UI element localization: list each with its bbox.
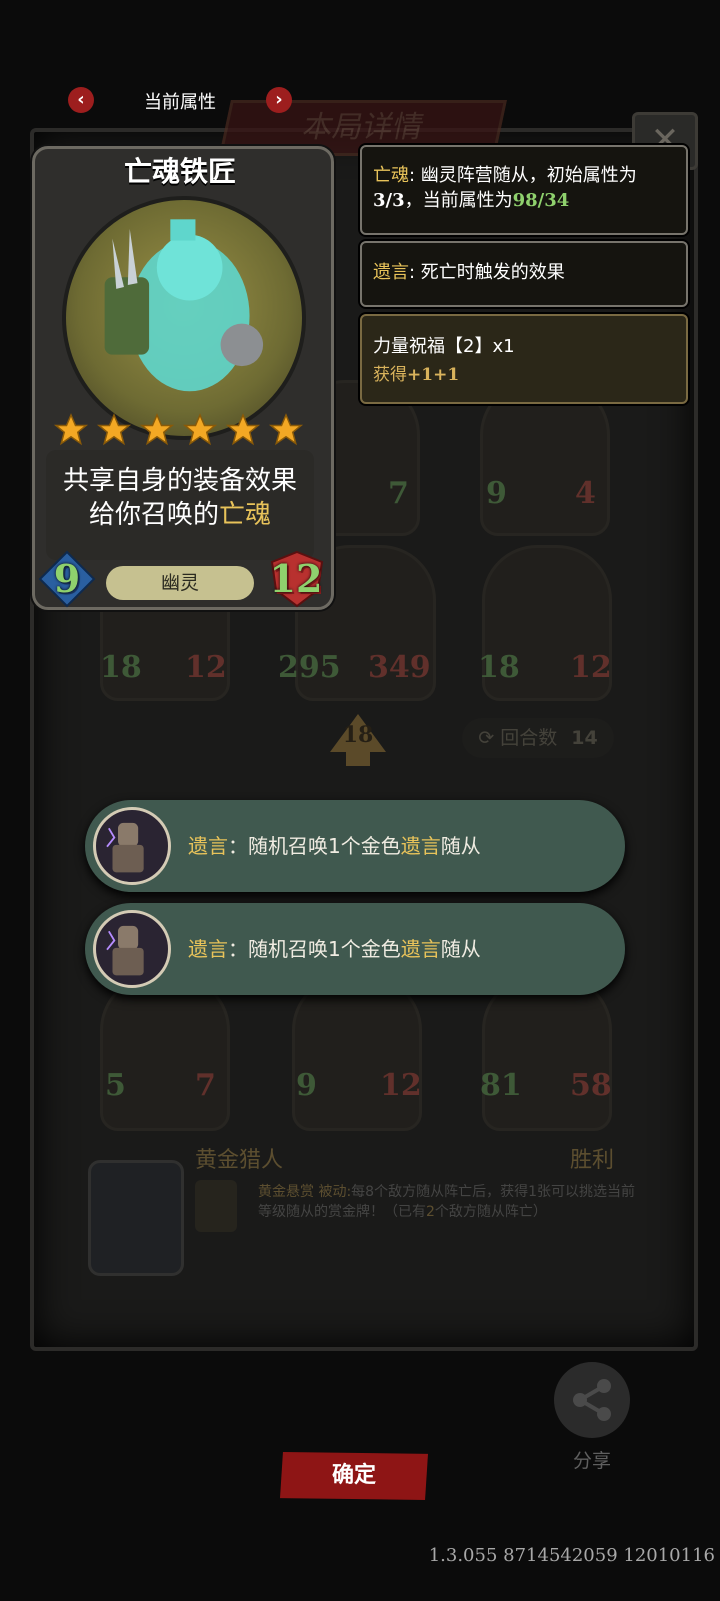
card-ability-text: 共享自身的装备效果给你召唤的亡魂 xyxy=(62,466,297,530)
minion-attack: 81 xyxy=(480,1068,522,1103)
star-icon xyxy=(182,413,218,446)
minion-card xyxy=(482,975,612,1131)
minion-attack: 9 xyxy=(486,476,507,511)
knight-portrait-icon xyxy=(93,910,171,988)
round-value: 14 xyxy=(571,727,598,749)
upgrade-level: 18 xyxy=(342,722,374,748)
card-health: 12 xyxy=(269,556,323,601)
star-rating xyxy=(52,412,312,448)
minion-card xyxy=(292,975,422,1131)
prev-arrow-button[interactable]: ‹ xyxy=(68,87,94,113)
knight-portrait-icon xyxy=(93,807,171,885)
round-counter: ⟳ 回合数 14 xyxy=(462,718,614,758)
star-icon xyxy=(225,413,261,446)
hero-name: 黄金猎人 xyxy=(195,1148,284,1173)
buff-panel xyxy=(360,314,688,404)
toast-text: 遗言：随机召唤1个金色遗言随从 xyxy=(188,834,481,858)
toast-text: 遗言：随机召唤1个金色遗言随从 xyxy=(188,937,481,961)
star-icon xyxy=(139,413,175,446)
refresh-icon: ⟳ xyxy=(478,727,501,749)
nav-title: 当前属性 xyxy=(144,92,216,113)
card-name: 亡魂铁匠 xyxy=(123,155,236,188)
star-icon xyxy=(53,413,89,446)
next-arrow-button[interactable]: › xyxy=(266,87,292,113)
share-button[interactable] xyxy=(554,1362,630,1438)
card-attack: 9 xyxy=(53,556,81,601)
minion-attack: 18 xyxy=(478,650,520,685)
minion-attack: 295 xyxy=(278,650,341,685)
minion-attack: 7 xyxy=(388,476,409,511)
ghost-blacksmith-art xyxy=(104,219,264,392)
minion-attack: 5 xyxy=(105,1068,126,1103)
deathrattle-toast: 遗言：随机召唤1个金色遗言随从 xyxy=(85,903,625,995)
card-tribe: 幽灵 xyxy=(106,566,254,600)
minion-health: 12 xyxy=(570,650,612,685)
minion-card xyxy=(100,975,230,1131)
minion-health: 349 xyxy=(368,650,431,685)
minion-health: 4 xyxy=(575,476,596,511)
buff-gain: 获得+1+1 xyxy=(373,365,460,385)
match-result: 胜利 xyxy=(570,1148,615,1173)
deathrattle-info-text: 遗言: 死亡时触发的效果 xyxy=(373,262,565,283)
minion-health: 12 xyxy=(380,1068,422,1103)
confirm-button[interactable]: 确定 xyxy=(280,1452,428,1500)
minion-attack: 9 xyxy=(296,1068,317,1103)
hero-power-description: 黄金悬赏 被动:每8个敌方随从阵亡后，获得1张可以挑选当前等级随从的赏金牌！（已… xyxy=(258,1184,635,1220)
minion-health: 12 xyxy=(185,650,227,685)
buff-title: 力量祝福【2】x1 xyxy=(373,336,515,357)
round-label: 回合数 xyxy=(500,727,558,749)
version-string: 1.3.055 8714542059 12010116 xyxy=(428,1545,715,1566)
hero-power-icon xyxy=(195,1180,237,1232)
minion-health: 7 xyxy=(195,1068,216,1103)
hero-portrait xyxy=(88,1160,184,1276)
card-portrait xyxy=(62,196,306,440)
share-label: 分享 xyxy=(572,1450,611,1472)
deathrattle-toast: 遗言：随机召唤1个金色遗言随从 xyxy=(85,800,625,892)
minion-health: 58 xyxy=(570,1068,612,1103)
star-icon xyxy=(268,413,304,446)
tribe-info-text: 亡魂: 幽灵阵营随从，初始属性为3/3，当前属性为98/34 xyxy=(373,165,637,211)
share-icon xyxy=(573,1379,611,1421)
star-icon xyxy=(96,413,132,446)
minion-attack: 18 xyxy=(100,650,142,685)
